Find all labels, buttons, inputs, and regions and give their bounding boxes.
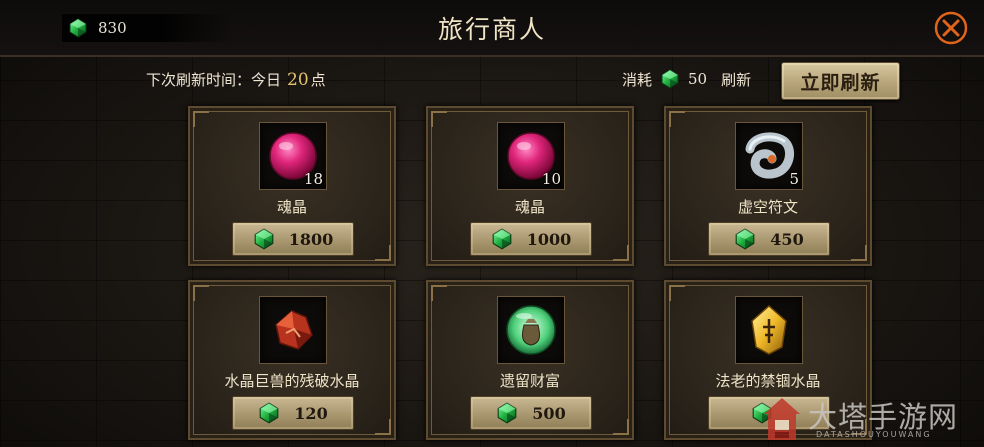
refresh-now-button[interactable]: 立即刷新 <box>781 62 900 100</box>
buy-button[interactable]: 120 <box>232 396 354 430</box>
item-name: 法老的禁锢水晶 <box>715 372 821 390</box>
item-price: 1000 <box>526 229 572 249</box>
item-quantity: 10 <box>541 170 561 188</box>
item-slot: 10 <box>497 122 565 190</box>
house-logo-icon <box>764 398 800 440</box>
close-icon[interactable] <box>934 11 968 45</box>
green-gem-icon <box>253 228 275 250</box>
money-bag-orb-icon <box>506 305 556 355</box>
buy-button[interactable]: 500 <box>470 396 592 430</box>
item-price: 500 <box>532 403 566 423</box>
item-name: 魂晶 <box>514 198 545 216</box>
item-name: 水晶巨兽的残破水晶 <box>224 372 360 390</box>
refresh-label: 刷新 <box>721 70 752 89</box>
item-price: 120 <box>294 403 328 423</box>
item-quantity: 5 <box>789 170 799 188</box>
buy-button[interactable]: 450 <box>708 222 830 256</box>
shop-item-card[interactable]: 18 魂晶 1800 <box>188 106 396 266</box>
item-name: 魂晶 <box>276 198 307 216</box>
cost-value: 50 <box>688 70 708 88</box>
watermark-subtext: DATASHOUYOUWANG <box>816 430 932 439</box>
top-bar: 830 旅行商人 <box>0 0 984 57</box>
hour-unit: 点 <box>310 71 326 89</box>
shop-item-card[interactable]: 10 魂晶 1000 <box>426 106 634 266</box>
item-slot: 18 <box>259 122 327 190</box>
cost-label: 消耗 <box>622 70 653 89</box>
refresh-cost: 消耗 50 刷新 <box>622 66 751 92</box>
item-price: 450 <box>770 229 804 249</box>
item-slot <box>497 296 565 364</box>
page-title: 旅行商人 <box>437 15 546 44</box>
shop-item-card[interactable]: 5 虚空符文 450 <box>664 106 872 266</box>
green-gem-icon <box>258 402 280 424</box>
item-name: 遗留财富 <box>499 372 560 390</box>
green-gem-icon <box>660 69 680 89</box>
next-refresh-info: 下次刷新时间： 今日 20 点 <box>146 69 326 90</box>
item-quantity: 18 <box>303 170 323 188</box>
pharaoh-crystal-icon <box>751 304 787 355</box>
watermark: 大塔手游网 DATASHOUYOUWANG <box>760 394 980 444</box>
green-gem-icon <box>496 402 518 424</box>
item-price: 1800 <box>288 229 334 249</box>
today-label: 今日 <box>251 71 282 89</box>
item-name: 虚空符文 <box>737 198 798 216</box>
shop-item-card[interactable]: 遗留财富 500 <box>426 280 634 440</box>
item-slot <box>735 296 803 364</box>
buy-button[interactable]: 1000 <box>470 222 592 256</box>
next-refresh-label: 下次刷新时间： <box>146 71 252 89</box>
buy-button[interactable]: 1800 <box>232 222 354 256</box>
void-rune-icon <box>745 132 795 179</box>
green-gem-icon <box>734 228 756 250</box>
green-gem-icon <box>491 228 513 250</box>
item-slot <box>259 296 327 364</box>
refresh-hour: 20 <box>287 70 309 90</box>
shop-item-card[interactable]: 水晶巨兽的残破水晶 120 <box>188 280 396 440</box>
item-slot: 5 <box>735 122 803 190</box>
broken-crystal-icon <box>275 310 313 350</box>
